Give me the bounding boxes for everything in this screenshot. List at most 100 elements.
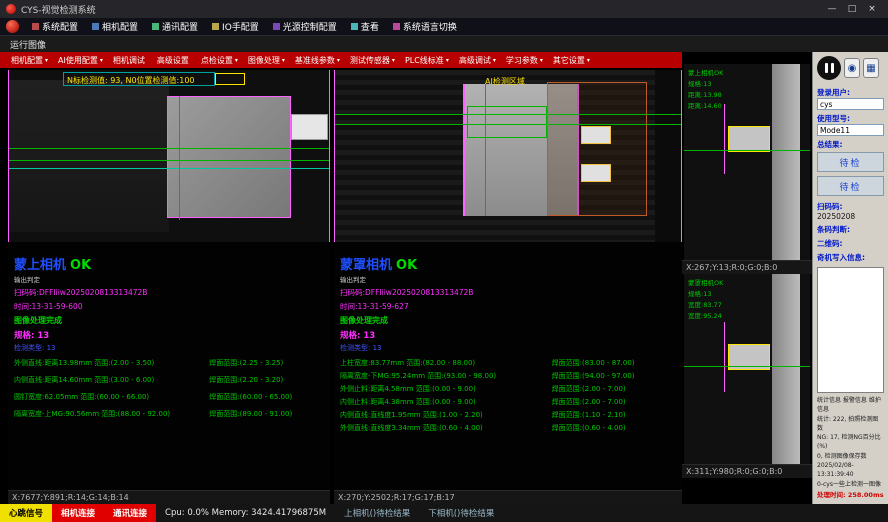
- barcode-text: 扫码码:DFFIiiw2025020813313472B: [340, 287, 676, 298]
- menu-item-comm-config[interactable]: 通讯配置: [145, 18, 205, 35]
- pause-icon: [825, 63, 828, 73]
- chevron-down-icon: ▾: [493, 57, 496, 64]
- measurement-row: 隔离宽度-下MG:95.24mm 范围:(93.00 - 98.00)焊面范围:…: [340, 373, 676, 380]
- tb-camera-config[interactable]: 相机配置▾: [6, 55, 53, 66]
- menu-item-system-config[interactable]: 系统配置: [25, 18, 85, 35]
- tb-spot-check[interactable]: 点检设置▾: [196, 55, 243, 66]
- thumbnail-view-1[interactable]: 蒙上相机OK 规格:13 距离:13.98 距离:14.60: [684, 64, 810, 260]
- camera-connection-indicator: 相机连接: [52, 504, 104, 522]
- measure-line: [724, 104, 725, 174]
- barcode-value: 20250208: [817, 212, 884, 221]
- ai-region-label: AI检测区域: [485, 76, 525, 87]
- app-window: CYS-视觉检测系统 — □ × 系统配置 相机配置 通讯配置 IO手配置 光源…: [0, 0, 888, 522]
- minimize-button[interactable]: —: [822, 4, 842, 14]
- model-value[interactable]: Mode11: [817, 124, 884, 136]
- menu-item-icon: [351, 23, 358, 30]
- connector-part: [291, 114, 328, 140]
- tb-sensor-test[interactable]: 测试传感器▾: [345, 55, 400, 66]
- chevron-down-icon: ▾: [337, 57, 340, 64]
- qr-label: 二维码:: [817, 238, 884, 249]
- camera-info-upper: 蒙上相机 OK 输出判定 扫码码:DFFIiiw2025020813313472…: [8, 242, 330, 490]
- control-panel: ◉ ▦ 登录用户: cys 使用型号: Mode11 总结果: 待检 待检 扫码…: [812, 52, 888, 504]
- settings-button[interactable]: ▦: [863, 58, 879, 78]
- spec-detail: 检测类型: 13: [14, 343, 324, 353]
- result-box-lower: 待检: [817, 176, 884, 196]
- thumbnail-view-2[interactable]: 蒙罩相机OK 规格:13 宽度:83.77 宽度:95.24: [684, 274, 810, 464]
- comm-connection-indicator: 通讯连接: [104, 504, 156, 522]
- grid-icon: ▦: [866, 63, 875, 74]
- machine-body: [655, 70, 681, 242]
- menu-item-label: 系统配置: [42, 20, 78, 33]
- menu-item-io-config[interactable]: IO手配置: [205, 18, 266, 35]
- result-list-box: [817, 267, 884, 393]
- process-status: 图像处理完成: [340, 315, 676, 326]
- menu-item-label: 通讯配置: [162, 20, 198, 33]
- control-buttons: ◉ ▦: [817, 56, 884, 80]
- spec-detail: 检测类型: 13: [340, 343, 676, 353]
- maximize-button[interactable]: □: [842, 4, 862, 14]
- measurement-table: 上柱宽度:83.77mm 范围:(82.00 - 88.00)焊面范围:(83.…: [340, 360, 676, 438]
- overlay-frame: [467, 106, 547, 138]
- stats-line: 0, 检测图像保存数: [817, 452, 884, 461]
- tb-learn-params[interactable]: 学习参数▾: [501, 55, 548, 66]
- spec-text: 规格: 13: [340, 329, 676, 341]
- total-result-label: 总结果:: [817, 139, 884, 150]
- pause-icon: [831, 63, 834, 73]
- main-area: 相机配置▾ AI使用配置▾ 相机调试 高级设置 点检设置▾ 图像处理▾ 基准线参…: [0, 52, 888, 504]
- menu-item-label: 相机配置: [102, 20, 138, 33]
- result-status: OK: [70, 258, 91, 273]
- camera-image-lower[interactable]: AI检测区域: [334, 70, 682, 242]
- heartbeat-indicator: 心跳信号: [0, 504, 52, 522]
- camera-column: 相机配置▾ AI使用配置▾ 相机调试 高级设置 点检设置▾ 图像处理▾ 基准线参…: [0, 52, 682, 504]
- overlay-highlight: [215, 73, 245, 85]
- measurement-row: 隔离宽度-上MG:90.56mm 范围:(88.00 - 92.00)焊面范围:…: [14, 411, 324, 418]
- machine-body: [772, 64, 800, 260]
- barcode-text: 扫码码:DFFIiiw2025020813313472B: [14, 287, 324, 298]
- barcode-judge-label: 条码判断:: [817, 224, 884, 235]
- app-logo-icon: [6, 4, 16, 14]
- result-box-upper: 待检: [817, 152, 884, 172]
- camera-capture-button[interactable]: ◉: [844, 58, 860, 78]
- barcode-label: 扫码码:: [817, 201, 884, 212]
- tb-advanced-settings[interactable]: 高级设置: [152, 55, 196, 66]
- tb-ai-config[interactable]: AI使用配置▾: [53, 55, 108, 66]
- measure-line: [485, 84, 486, 216]
- toolbar: 相机配置▾ AI使用配置▾ 相机调试 高级设置 点检设置▾ 图像处理▾ 基准线参…: [0, 52, 682, 68]
- detection-value-overlay: N标检测值: 93, N0位置检测值:100: [67, 75, 195, 86]
- menu-item-light-config[interactable]: 光源控制配置: [266, 18, 344, 35]
- menu-item-view[interactable]: 查看: [344, 18, 386, 35]
- menu-item-icon: [32, 23, 39, 30]
- close-button[interactable]: ×: [862, 4, 882, 14]
- camera-icon: ◉: [848, 63, 857, 74]
- pixel-coordinates-upper: X:7677;Y:891;R:14;G:14;B:14: [8, 490, 330, 504]
- chevron-down-icon: ▾: [587, 57, 590, 64]
- bright-feature: [581, 126, 611, 144]
- camera-image-upper[interactable]: N标检测值: 93, N0位置检测值:100: [8, 70, 330, 242]
- menu-item-camera-config[interactable]: 相机配置: [85, 18, 145, 35]
- menu-item-language-switch[interactable]: 系统语言切换: [386, 18, 464, 35]
- laser-line: [9, 168, 329, 169]
- upper-camera-result: 上相机()待检结果: [335, 504, 419, 522]
- tab-run-image[interactable]: 运行图像: [10, 38, 46, 51]
- tb-camera-debug[interactable]: 相机调试: [108, 55, 152, 66]
- window-title: CYS-视觉检测系统: [21, 3, 96, 16]
- machine-body: [9, 80, 169, 232]
- process-time: 处理时间: 258.00ms: [817, 490, 884, 500]
- measurement-row: 外侧止料:距离4.58mm 范围:(0.00 - 9.00)焊面范围:(2.00…: [340, 386, 676, 393]
- tb-image-process[interactable]: 图像处理▾: [243, 55, 290, 66]
- measurement-table: 外侧直线:距离13.98mm 范围:(2.00 - 3.50)焊面范围:(2.2…: [14, 360, 324, 428]
- pause-button[interactable]: [817, 56, 841, 80]
- chevron-down-icon: ▾: [45, 57, 48, 64]
- camera-name: 蒙罩相机: [340, 254, 392, 273]
- measurement-row: 内侧直线:直线度1.95mm 范围:(1.00 - 2.20)焊面范围:(1.1…: [340, 412, 676, 419]
- tb-other-settings[interactable]: 其它设置▾: [548, 55, 595, 66]
- measurement-row: 外侧直线:直线度3.34mm 范围:(0.60 - 4.00)焊面范围:(0.6…: [340, 425, 676, 432]
- thumb-overlay-text: 蒙上相机OK 规格:13 距离:13.98 距离:14.60: [688, 68, 723, 112]
- measurement-row: 外侧直线:距离13.98mm 范围:(2.00 - 3.50)焊面范围:(2.2…: [14, 360, 324, 367]
- tb-baseline-params[interactable]: 基准线参数▾: [290, 55, 345, 66]
- tb-plc-standard[interactable]: PLC线标准▾: [400, 55, 454, 66]
- camera-views: N标检测值: 93, N0位置检测值:100 蒙上相机 OK 输出判定 扫码码:…: [0, 68, 682, 504]
- chevron-down-icon: ▾: [235, 57, 238, 64]
- tab-bar: 运行图像: [0, 36, 888, 52]
- tb-advanced-debug[interactable]: 高级调试▾: [454, 55, 501, 66]
